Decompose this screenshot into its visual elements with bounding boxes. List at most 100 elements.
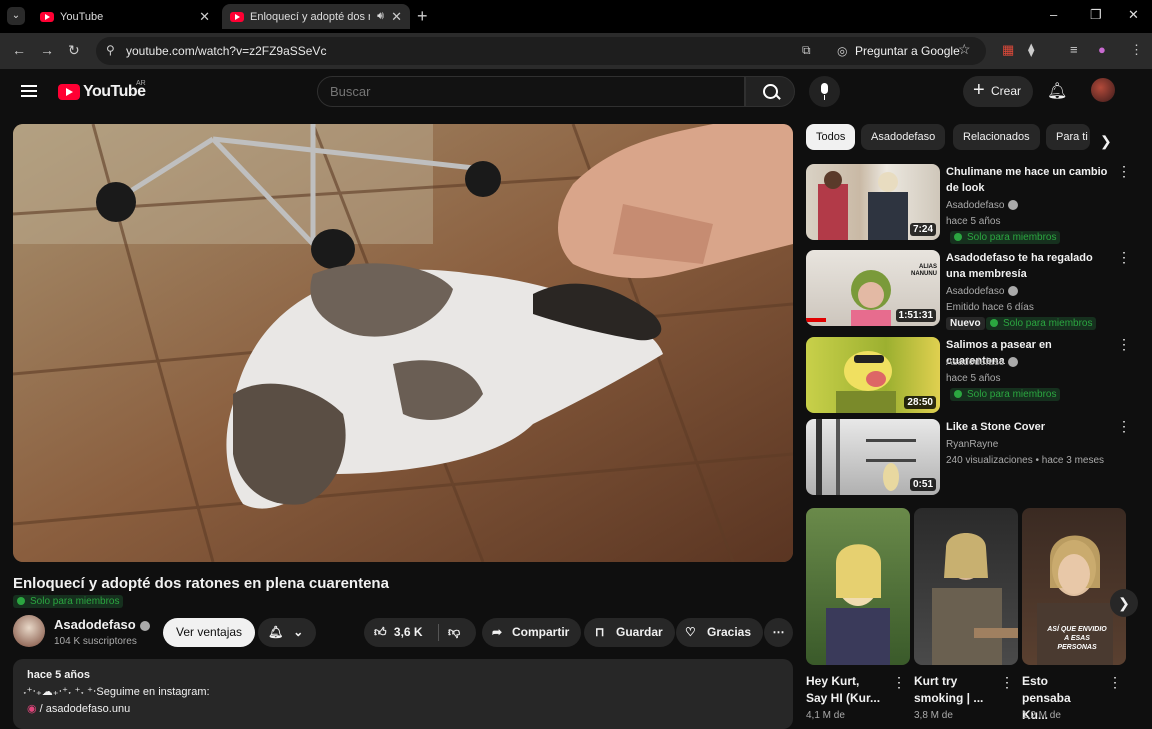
view-perks-button[interactable]: Ver ventajas (163, 618, 256, 647)
browser-tab-bar: ⌄ YouTube ✕ Enloquecí y adopté dos raton… (0, 0, 1152, 33)
voice-search-button[interactable] (809, 76, 840, 107)
new-tab-button[interactable]: + (417, 6, 428, 27)
thanks-button[interactable]: ♡ Gracias (676, 618, 764, 647)
video-age: hace 5 años (946, 216, 1001, 227)
bookmark-star-icon[interactable]: ☆ (958, 41, 971, 58)
omnibox[interactable]: ⚲ youtube.com/watch?v=z2FZ9aSSeVc ⧉ Preg… (96, 37, 986, 65)
more-options-icon[interactable]: ⋮ (1117, 250, 1131, 264)
media-controls-icon[interactable]: ≡ (1070, 42, 1078, 57)
menu-icon[interactable] (21, 85, 37, 97)
chip-channel[interactable]: Asadodefaso (861, 124, 946, 150)
reload-icon[interactable]: ↻ (68, 42, 80, 59)
new-badge: Nuevo (946, 317, 985, 330)
verified-icon (1008, 286, 1019, 297)
chip-related[interactable]: Relacionados (953, 124, 1040, 150)
description-box[interactable]: hace 5 años ˖⁺‧₊☁︎₊‧⁺˖ ⁺˖ ⁺‧Seguime en i… (13, 659, 793, 729)
chevron-down-icon: ⌄ (293, 625, 304, 639)
share-button[interactable]: ➦ Compartir (482, 618, 582, 647)
video-thumbnail[interactable]: 28:50 (806, 337, 940, 413)
search-input[interactable] (330, 84, 730, 99)
short-title[interactable]: Hey Kurt, Say HI (Kur... (806, 673, 884, 707)
like-dislike-group: 👍︎ 3,6 K 👎︎ (364, 618, 476, 647)
chevron-right-icon[interactable]: ❯ (1100, 133, 1112, 150)
video-thumbnail[interactable]: 7:24 (806, 164, 940, 240)
short-thumbnail[interactable] (806, 508, 910, 665)
video-title[interactable]: Chulimane me hace un cambio de look (946, 164, 1111, 196)
more-options-icon[interactable]: ⋮ (1117, 337, 1131, 351)
tab-search-button[interactable]: ⌄ (7, 7, 25, 25)
profile-icon[interactable]: ● (1098, 42, 1106, 57)
subscription-bell-button[interactable]: 🔔︎ ⌄ (258, 618, 316, 647)
search-box[interactable] (317, 76, 745, 107)
extension-icon[interactable]: ▦ (1002, 42, 1014, 58)
share-label: Compartir (512, 625, 570, 639)
instagram-icon: ◉ (27, 703, 37, 715)
search-button[interactable] (745, 76, 795, 107)
short-thumbnail[interactable] (914, 508, 1018, 665)
video-duration: 28:50 (904, 396, 936, 409)
short-views: 1,2 M de (1022, 710, 1061, 721)
video-title[interactable]: Like a Stone Cover (946, 419, 1111, 435)
thumb-down-icon[interactable]: 👎︎ (448, 618, 460, 647)
shorts-next-button[interactable]: ❯ (1110, 589, 1138, 617)
create-button[interactable]: Crear (963, 75, 1033, 107)
members-only-badge: Solo para miembros (950, 231, 1061, 244)
short-title[interactable]: Kurt try smoking | ... (914, 673, 992, 707)
close-window-button[interactable]: ✕ (1128, 7, 1139, 23)
speaker-icon[interactable]: 🔊︎ (377, 10, 384, 23)
youtube-play-icon (58, 84, 80, 100)
close-tab-icon[interactable]: ✕ (391, 9, 402, 25)
chip-all[interactable]: Todos (806, 124, 856, 150)
video-age: hace 5 años (946, 373, 1001, 384)
video-duration: 1:51:31 (895, 309, 936, 322)
notifications-bell-icon[interactable]: 🔔︎ (1047, 81, 1067, 101)
video-frame (13, 124, 793, 562)
extensions-puzzle-icon[interactable]: ⧫ (1028, 42, 1034, 58)
video-title[interactable]: Asadodefaso te ha regalado una membresía (946, 250, 1111, 282)
instagram-handle[interactable]: / asadodefaso.unu (40, 703, 131, 715)
more-options-icon[interactable]: ⋮ (1117, 419, 1131, 433)
more-options-icon[interactable]: ⋮ (1117, 164, 1131, 178)
minimize-button[interactable]: – (1050, 7, 1057, 22)
install-icon[interactable]: ⧉ (802, 43, 811, 58)
save-button[interactable]: ⊓ Guardar (584, 618, 675, 647)
browser-tab[interactable]: YouTube ✕ (32, 4, 218, 29)
chip-for-you[interactable]: Para ti (1046, 124, 1090, 150)
browser-tab-active[interactable]: Enloquecí y adopté dos ratones 🔊︎ ✕ (222, 4, 410, 29)
more-options-icon[interactable]: ⋮ (1108, 675, 1122, 689)
tab-title: YouTube (60, 10, 104, 23)
related-video[interactable]: ALIAS NANUNU 1:51:31 Asadodefaso te ha re… (806, 250, 1136, 330)
video-player[interactable] (13, 124, 793, 562)
more-options-icon[interactable]: ⋮ (892, 675, 906, 689)
short-views: 3,8 M de (914, 710, 953, 721)
ask-google-button[interactable]: Preguntar a Google (831, 41, 968, 61)
account-avatar[interactable] (1091, 78, 1115, 102)
related-video[interactable]: 28:50 Salimos a pasear en cuarentena Asa… (806, 337, 1136, 415)
related-video[interactable]: 0:51 Like a Stone Cover RyanRayne 240 vi… (806, 419, 1136, 497)
more-actions-button[interactable]: ⋯ (764, 618, 793, 647)
channel-name[interactable]: Asadodefaso (54, 617, 150, 632)
back-icon[interactable]: ← (12, 42, 26, 58)
overlay-text: ALIAS NANUNU (911, 264, 937, 277)
site-info-icon[interactable]: ⚲ (106, 43, 115, 57)
youtube-logo[interactable]: YouTube AR (58, 80, 146, 101)
channel-name-text[interactable]: Asadodefaso (54, 617, 136, 632)
url-text[interactable]: youtube.com/watch?v=z2FZ9aSSeVc (126, 44, 326, 58)
like-button[interactable]: 👍︎ 3,6 K (374, 618, 423, 647)
bookmark-icon: ⊓ (595, 625, 605, 639)
related-video[interactable]: 7:24 Chulimane me hace un cambio de look… (806, 164, 1136, 244)
browser-menu-icon[interactable]: ⋮ (1130, 42, 1143, 58)
channel-avatar[interactable] (13, 615, 45, 647)
youtube-favicon-icon (40, 11, 54, 22)
like-count: 3,6 K (393, 625, 423, 639)
close-tab-icon[interactable]: ✕ (199, 9, 210, 25)
restore-button[interactable]: ❐ (1090, 7, 1102, 23)
forward-icon[interactable]: → (40, 42, 54, 58)
more-options-icon[interactable]: ⋮ (1000, 675, 1014, 689)
members-only-badge: Solo para miembros (950, 388, 1061, 401)
short-thumbnail[interactable]: ASÍ QUE ENVIDIO A ESAS PERSONAS (1022, 508, 1126, 665)
video-thumbnail[interactable]: 0:51 (806, 419, 940, 495)
channel-name: Asadodefaso (946, 357, 1019, 368)
video-thumbnail[interactable]: ALIAS NANUNU 1:51:31 (806, 250, 940, 326)
instagram-link[interactable]: ◉ / asadodefaso.unu (27, 702, 130, 715)
